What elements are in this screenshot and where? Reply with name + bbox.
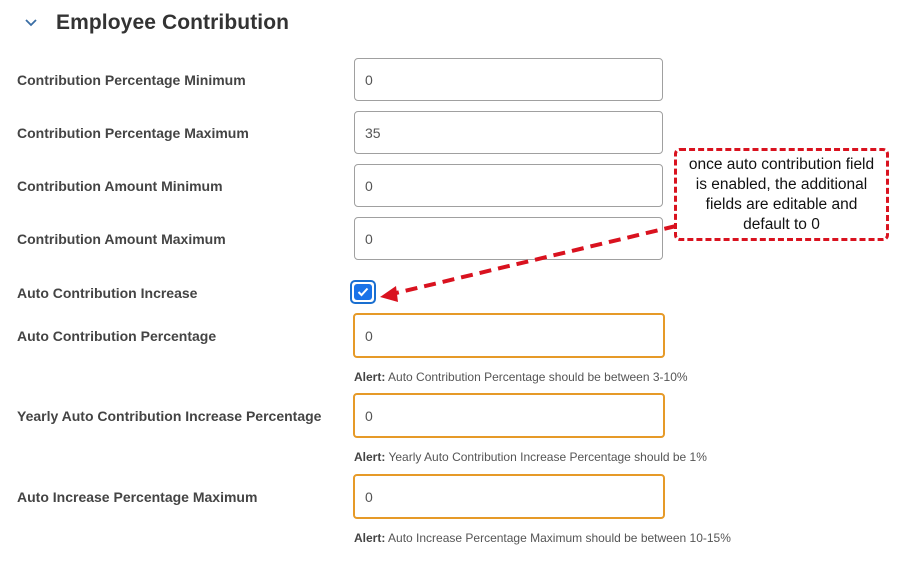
section-header[interactable]: Employee Contribution <box>24 8 289 38</box>
auto-increase-percentage-maximum-alert: Alert: Auto Increase Percentage Maximum … <box>354 531 731 545</box>
contribution-percentage-maximum-input[interactable]: 35 <box>354 111 663 154</box>
annotation-callout: once auto contribution field is enabled,… <box>674 148 889 241</box>
alert-prefix: Alert: <box>354 450 386 464</box>
auto-contribution-percentage-alert: Alert: Auto Contribution Percentage shou… <box>354 370 688 384</box>
yearly-auto-contribution-increase-percentage-label: Yearly Auto Contribution Increase Percen… <box>17 408 322 424</box>
contribution-amount-maximum-input[interactable]: 0 <box>354 217 663 260</box>
yearly-auto-contribution-increase-percentage-input[interactable]: 0 <box>353 393 665 438</box>
alert-prefix: Alert: <box>354 370 386 384</box>
arrow-head <box>380 286 398 302</box>
contribution-percentage-minimum-label: Contribution Percentage Minimum <box>17 72 246 88</box>
alert-text: Yearly Auto Contribution Increase Percen… <box>385 450 707 464</box>
auto-increase-percentage-maximum-input[interactable]: 0 <box>353 474 665 519</box>
alert-prefix: Alert: <box>354 531 386 545</box>
auto-contribution-percentage-label: Auto Contribution Percentage <box>17 328 217 344</box>
checkmark-icon <box>357 287 369 297</box>
contribution-amount-minimum-label: Contribution Amount Minimum <box>17 178 223 194</box>
auto-contribution-increase-checkbox[interactable] <box>350 280 376 304</box>
alert-text: Auto Contribution Percentage should be b… <box>385 370 688 384</box>
alert-text: Auto Increase Percentage Maximum should … <box>385 531 731 545</box>
auto-contribution-percentage-input[interactable]: 0 <box>353 313 665 358</box>
chevron-down-icon[interactable] <box>24 16 38 30</box>
contribution-percentage-minimum-input[interactable]: 0 <box>354 58 663 101</box>
section-title: Employee Contribution <box>56 11 290 34</box>
auto-contribution-increase-label: Auto Contribution Increase <box>17 285 198 301</box>
auto-increase-percentage-maximum-label: Auto Increase Percentage Maximum <box>17 489 258 505</box>
contribution-percentage-maximum-label: Contribution Percentage Maximum <box>17 125 249 141</box>
yearly-auto-contribution-increase-percentage-alert: Alert: Yearly Auto Contribution Increase… <box>354 450 707 464</box>
contribution-amount-minimum-input[interactable]: 0 <box>354 164 663 207</box>
contribution-amount-maximum-label: Contribution Amount Maximum <box>17 231 226 247</box>
